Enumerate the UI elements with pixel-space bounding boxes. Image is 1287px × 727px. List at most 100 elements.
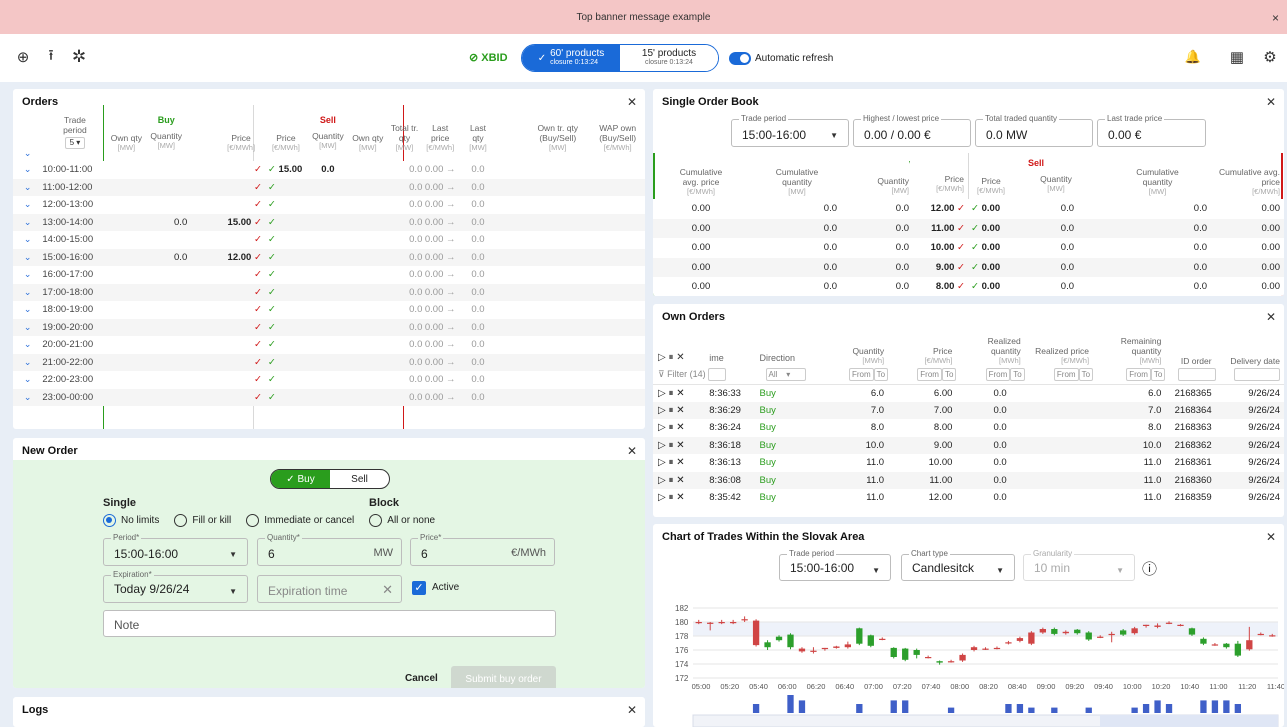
granularity-select[interactable]: Granularity 10 min ▼ [1023, 549, 1135, 581]
delete-icon[interactable]: ✕ [676, 388, 684, 399]
book-trade-period-select[interactable]: Trade period 15:00-16:00 ▼ [731, 114, 849, 147]
rq-from-input[interactable]: From [985, 368, 1011, 382]
buy-price-cell[interactable]: ✓ [187, 231, 265, 249]
sell-price-cell[interactable]: ✓ [265, 354, 307, 372]
radio-fill-or-kill[interactable] [174, 514, 188, 527]
play-icon[interactable]: ▷ [658, 457, 666, 468]
pause-icon[interactable]: ⏸ [668, 475, 673, 486]
sell-toggle-button[interactable]: Sell [330, 470, 389, 488]
pause-icon[interactable]: ⏸ [668, 492, 673, 503]
expand-row-icon[interactable]: ⌄ [24, 322, 32, 332]
book-row[interactable]: 0.00 0.0 0.0 8.00 ✓ ✓ 0.00 0.0 0.0 0.00 [653, 277, 1284, 296]
expand-row-icon[interactable]: ⌄ [24, 269, 32, 279]
bell-icon[interactable]: 🔔 [1182, 46, 1204, 68]
date-filter-input[interactable] [1234, 368, 1280, 382]
submit-buy-order-button[interactable]: Submit buy order [451, 666, 556, 688]
price-to-input[interactable]: To [941, 368, 957, 382]
sell-price-cell[interactable]: ✓ [265, 301, 307, 319]
play-icon[interactable]: ▷ [658, 388, 666, 399]
buy-price-cell[interactable]: ✓ [187, 196, 265, 214]
sell-price-cell[interactable]: ✓ [265, 214, 307, 232]
add-icon[interactable]: ⊕ [12, 46, 34, 68]
sell-price-cell[interactable]: ✓ 15.00 [265, 161, 307, 179]
buy-price-cell[interactable]: ✓ [187, 161, 265, 179]
sell-price-cell[interactable]: ✓ [265, 231, 307, 249]
buy-price-cell[interactable]: 15.00 ✓ [187, 214, 265, 232]
orders-row[interactable]: ⌄ 23:00-00:00 ✓ ✓ 0.0 0.00 → 0.0 [13, 388, 645, 407]
expand-row-icon[interactable]: ⌄ [24, 182, 32, 192]
sell-price-cell[interactable]: ✓ [265, 284, 307, 302]
sell-price-cell[interactable]: ✓ [265, 371, 307, 389]
logs-close-icon[interactable]: ✕ [627, 703, 637, 717]
buy-price-cell[interactable]: 12.00 ✓ [909, 199, 968, 219]
order-book-close-icon[interactable]: ✕ [1266, 95, 1276, 109]
own-orders-close-icon[interactable]: ✕ [1266, 310, 1276, 324]
expand-row-icon[interactable]: ⌄ [24, 252, 32, 262]
buy-price-cell[interactable]: 8.00 ✓ [909, 277, 968, 296]
play-icon[interactable]: ▷ [658, 475, 666, 486]
qty-from-input[interactable]: From [848, 368, 874, 382]
pause-icon[interactable]: ⏸ [668, 422, 673, 433]
products-15-segment[interactable]: 15' products closure 0:13:24 [620, 45, 718, 71]
auto-refresh-toggle[interactable] [729, 52, 751, 65]
expand-row-icon[interactable]: ⌄ [24, 374, 32, 384]
pause-icon[interactable]: ⏸ [668, 388, 673, 399]
buy-price-cell[interactable]: ✓ [187, 179, 265, 197]
radio-no-limits[interactable] [103, 514, 116, 527]
quantity-field[interactable]: Quantity* 6 MW [257, 533, 402, 566]
new-order-close-icon[interactable]: ✕ [627, 444, 637, 458]
orders-row[interactable]: ⌄ 20:00-21:00 ✓ ✓ 0.0 0.00 → 0.0 [13, 336, 645, 354]
sell-price-cell[interactable]: ✓ 0.00 [968, 238, 1014, 258]
orders-row[interactable]: ⌄ 17:00-18:00 ✓ ✓ 0.0 0.00 → 0.0 [13, 283, 645, 302]
chart-trade-period-select[interactable]: Trade period 15:00-16:00 ▼ [779, 549, 891, 581]
rp-from-input[interactable]: From [1053, 368, 1079, 382]
rq-to-input[interactable]: To [1010, 368, 1025, 382]
rp-to-input[interactable]: To [1078, 368, 1094, 382]
direction-filter-select[interactable]: All ▾ [765, 368, 806, 382]
sell-price-cell[interactable]: ✓ [265, 179, 307, 197]
book-row[interactable]: 0.00 0.0 0.0 11.00 ✓ ✓ 0.00 0.0 0.0 0.00 [653, 218, 1284, 239]
delete-icon[interactable]: ✕ [676, 475, 684, 486]
period-select[interactable]: 5 ▾ [64, 137, 85, 149]
sell-price-cell[interactable]: ✓ 0.00 [968, 277, 1014, 296]
orders-row[interactable]: ⌄ 21:00-22:00 ✓ ✓ 0.0 0.00 → 0.0 [13, 353, 645, 372]
delete-icon[interactable]: ✕ [676, 492, 684, 503]
orders-row[interactable]: ⌄ 15:00-16:00 0.0 12.00 ✓ ✓ 0.0 0.00 → 0.0 [13, 248, 645, 267]
sell-price-cell[interactable]: ✓ [265, 196, 307, 214]
sell-price-cell[interactable]: ✓ [265, 266, 307, 284]
buy-toggle-button[interactable]: ✓ Buy [271, 470, 330, 488]
orders-row[interactable]: ⌄ 19:00-20:00 ✓ ✓ 0.0 0.00 → 0.0 [13, 318, 645, 337]
delete-icon[interactable]: ✕ [676, 457, 684, 468]
orders-row[interactable]: ⌄ 13:00-14:00 0.0 15.00 ✓ ✓ 0.0 0.00 → 0.0 [13, 213, 645, 232]
buy-price-cell[interactable]: 11.00 ✓ [909, 219, 968, 239]
rem-from-input[interactable]: From [1126, 368, 1151, 382]
period-select[interactable]: Period* 15:00-16:00 ▼ [103, 533, 248, 566]
play-icon[interactable]: ▷ [658, 422, 666, 433]
expand-all-icon[interactable]: ⌄ [24, 148, 32, 158]
expand-row-icon[interactable]: ⌄ [24, 234, 32, 244]
own-order-row[interactable]: ▷ ⏸ ✕ 8:36:24 Buy 8.0 8.00 0.0 8.0 2168363 9/26/… [653, 419, 1284, 437]
sell-price-cell[interactable]: ✓ 0.00 [968, 199, 1014, 219]
orders-row[interactable]: ⌄ 12:00-13:00 ✓ ✓ 0.0 0.00 → 0.0 [13, 196, 645, 214]
buy-price-cell[interactable]: ✓ [187, 389, 265, 407]
buy-price-cell[interactable]: ✓ [187, 319, 265, 337]
info-icon[interactable]: ⓘ [1142, 558, 1157, 579]
expand-row-icon[interactable]: ⌄ [24, 287, 32, 297]
buy-price-cell[interactable]: 12.00 ✓ [187, 249, 265, 267]
own-order-row[interactable]: ▷ ⏸ ✕ 8:36:33 Buy 6.0 6.00 0.0 6.0 2168365 9/26/… [653, 384, 1284, 402]
note-field[interactable]: Note [103, 610, 556, 637]
orders-row[interactable]: ⌄ 18:00-19:00 ✓ ✓ 0.0 0.00 → 0.0 [13, 301, 645, 319]
chart-close-icon[interactable]: ✕ [1266, 530, 1276, 544]
qty-to-input[interactable]: To [873, 368, 889, 382]
delete-icon[interactable]: ✕ [676, 405, 684, 416]
delete-icon[interactable]: ✕ [676, 440, 684, 451]
own-order-row[interactable]: ▷ ⏸ ✕ 8:35:42 Buy 11.0 12.00 0.0 11.0 2168359 9/… [653, 489, 1284, 507]
own-order-row[interactable]: ▷ ⏸ ✕ 8:36:29 Buy 7.0 7.00 0.0 7.0 2168364 9/26/… [653, 401, 1284, 419]
orders-row[interactable]: ⌄ 14:00-15:00 ✓ ✓ 0.0 0.00 → 0.0 [13, 231, 645, 249]
orders-row[interactable]: ⌄ 11:00-12:00 ✓ ✓ 0.0 0.00 → 0.0 [13, 178, 645, 197]
expiration-time-field[interactable]: Expiration time ✕ [257, 575, 402, 603]
expand-row-icon[interactable]: ⌄ [24, 392, 32, 402]
cancel-button[interactable]: Cancel [405, 673, 438, 684]
banner-close-icon[interactable]: × [1272, 11, 1279, 25]
expand-row-icon[interactable]: ⌄ [24, 304, 32, 314]
